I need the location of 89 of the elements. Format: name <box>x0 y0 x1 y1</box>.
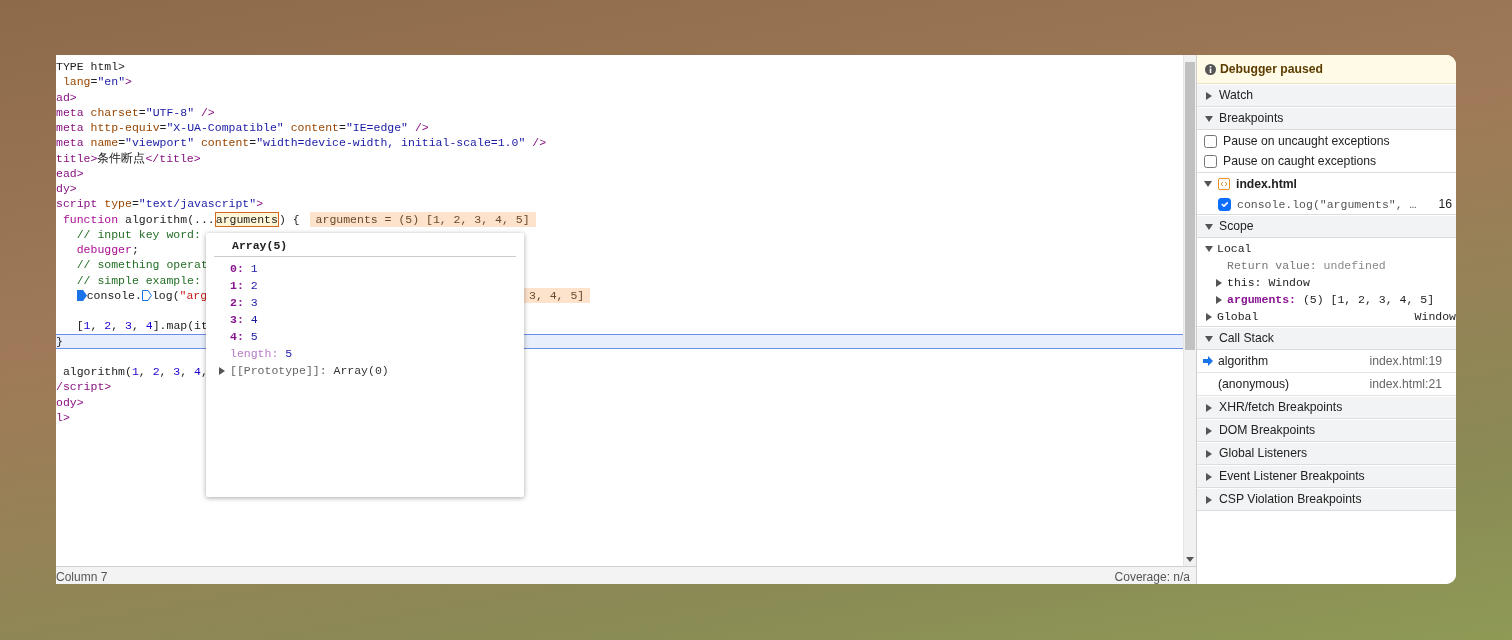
property-text: 1: 2 <box>230 278 258 295</box>
code-text: lang="en"> <box>61 74 132 90</box>
section-header[interactable]: XHR/fetch Breakpoints <box>1197 396 1456 419</box>
property-text: [[Prototype]]: Array(0) <box>230 363 389 380</box>
scrollbar-thumb[interactable] <box>1185 62 1195 350</box>
section-header[interactable]: Event Listener Breakpoints <box>1197 465 1456 488</box>
checkbox-label: Pause on caught exceptions <box>1223 152 1377 170</box>
expand-icon[interactable] <box>1205 312 1213 321</box>
collapse-icon[interactable] <box>1205 334 1213 343</box>
status-text: Coverage: n/a <box>1114 571 1190 584</box>
property-text: length: 5 <box>230 346 293 363</box>
banner-text: Debugger paused <box>1220 60 1323 78</box>
code-text: [1, 2, 3, 4].map(it <box>75 318 208 334</box>
expand-icon[interactable] <box>1205 495 1213 504</box>
line-number: 16 <box>1438 196 1452 214</box>
code-text: function algorithm(...arguments) { <box>61 211 300 227</box>
code-text: meta charset="UTF-8" /> <box>56 104 215 120</box>
code-text: script type="text/javascript"> <box>56 196 264 212</box>
code-text: TYPE html> <box>56 59 125 75</box>
checkbox[interactable] <box>1218 198 1231 211</box>
expand-icon[interactable] <box>1205 426 1213 435</box>
checkbox[interactable] <box>1204 154 1217 168</box>
status-text: Column 7 <box>56 571 108 584</box>
section-header[interactable]: Breakpoints <box>1197 107 1456 130</box>
code-text: title>条件断点</title> <box>56 150 201 166</box>
collapse-icon[interactable] <box>1204 180 1212 188</box>
breakpoint-code: console.log("arguments", … <box>1237 196 1417 213</box>
code-text: ad> <box>56 89 77 105</box>
code-text: l> <box>56 409 70 425</box>
info-icon <box>1205 63 1216 75</box>
code-text: } <box>56 333 63 349</box>
section-title: DOM Breakpoints <box>1219 422 1316 440</box>
file-icon <box>1218 178 1230 190</box>
variable-text: this: Window <box>1227 274 1310 291</box>
collapse-icon[interactable] <box>1205 244 1213 253</box>
section-title: Breakpoints <box>1219 110 1284 128</box>
expand-icon[interactable] <box>218 366 226 375</box>
section-title: Call Stack <box>1219 330 1274 348</box>
section-header[interactable]: Global Listeners <box>1197 442 1456 465</box>
expand-icon[interactable] <box>1205 449 1213 458</box>
scope-name: Global <box>1217 308 1259 325</box>
code-text: dy> <box>56 181 77 197</box>
property-text: 2: 3 <box>230 295 258 312</box>
section-title: XHR/fetch Breakpoints <box>1219 399 1343 417</box>
property-text: 3: 4 <box>230 312 258 329</box>
section-header[interactable]: DOM Breakpoints <box>1197 419 1456 442</box>
scope-name: Local <box>1217 240 1252 257</box>
code-text: ody> <box>56 394 84 410</box>
section-title: CSP Violation Breakpoints <box>1219 491 1362 509</box>
property-text: 0: 1 <box>230 261 258 278</box>
checkbox-label: Pause on uncaught exceptions <box>1223 132 1390 150</box>
code-text: // input key word: <box>75 226 201 242</box>
section-header[interactable]: Call Stack <box>1197 327 1456 350</box>
collapse-icon[interactable] <box>1205 222 1213 231</box>
expand-icon[interactable] <box>1205 91 1213 100</box>
inline-value: 3, 4, 5] <box>523 287 591 303</box>
code-text: debugger; <box>75 242 139 258</box>
code-text: /script> <box>56 379 112 395</box>
expand-icon[interactable] <box>1205 472 1213 481</box>
inline-value: arguments = (5) [1, 2, 3, 4, 5] <box>309 211 536 227</box>
variable-text: Return value: undefined <box>1227 257 1386 274</box>
section-title: Scope <box>1219 218 1254 236</box>
code-text: algorithm(1, 2, 3, 4, <box>61 364 208 380</box>
collapse-icon[interactable] <box>1205 114 1213 123</box>
variable-text: arguments: (5) [1, 2, 3, 4, 5] <box>1227 291 1435 308</box>
code-text: // something operat <box>75 257 208 273</box>
section-header[interactable]: CSP Violation Breakpoints <box>1197 488 1456 511</box>
section-header[interactable]: Watch <box>1197 84 1456 107</box>
section-header[interactable]: Scope <box>1197 215 1456 238</box>
scroll-down-icon[interactable] <box>1186 557 1194 562</box>
scope-value: Window <box>1414 308 1456 325</box>
code-text: meta name="viewport" content="width=device-width, initial-scale=1.0" /> <box>56 135 547 151</box>
property-text: 4: 5 <box>230 329 258 346</box>
breakpoint-marker-icon[interactable] <box>141 289 152 301</box>
expand-icon[interactable] <box>1205 403 1213 412</box>
popover-title: Array(5) <box>214 237 516 258</box>
code-text: ead> <box>56 165 84 181</box>
code-text: log("arg <box>151 287 208 303</box>
code-text: // simple example: <box>75 272 201 288</box>
file-name: index.html <box>1236 175 1297 193</box>
code-text: meta http-equiv="X-UA-Compatible" content="IE=edge" /> <box>56 120 429 136</box>
section-title: Event Listener Breakpoints <box>1219 468 1365 486</box>
scrollbar[interactable] <box>1183 55 1196 566</box>
code-text: console. <box>86 287 142 303</box>
checkbox[interactable] <box>1204 134 1217 148</box>
section-title: Global Listeners <box>1219 445 1308 463</box>
section-title: Watch <box>1219 87 1254 105</box>
call-frame[interactable]: algorithm index.html:19 <box>1197 350 1456 373</box>
breakpoint-marker-icon[interactable] <box>76 289 87 301</box>
